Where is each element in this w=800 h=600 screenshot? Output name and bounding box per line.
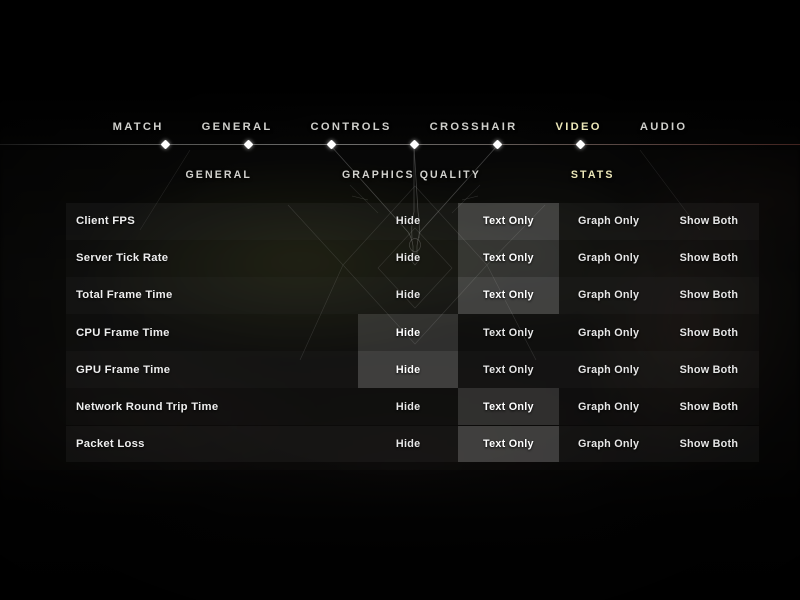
option-text-only[interactable]: Text Only	[458, 203, 559, 240]
stats-settings-table: Client FPS Hide Text Only Graph Only Show Bo…	[66, 203, 759, 463]
option-show-both[interactable]: Show Both	[659, 277, 759, 314]
nav-item-general[interactable]: GENERAL	[183, 121, 292, 133]
option-graph-only[interactable]: Graph Only	[559, 388, 659, 425]
table-row: Network Round Trip Time Hide Text Only Grap…	[66, 388, 759, 425]
nav-item-video[interactable]: VIDEO	[537, 121, 621, 133]
option-show-both[interactable]: Show Both	[659, 426, 759, 463]
row-options: Hide Text Only Graph Only Show Both	[358, 203, 759, 240]
option-show-both[interactable]: Show Both	[659, 240, 759, 277]
subnav-item-general[interactable]: GENERAL	[140, 169, 297, 181]
nav-item-crosshair[interactable]: CROSSHAIR	[411, 121, 537, 133]
option-show-both[interactable]: Show Both	[659, 388, 759, 425]
subnav-item-graphics-quality[interactable]: GRAPHICS QUALITY	[297, 169, 526, 181]
table-row: Server Tick Rate Hide Text Only Graph Only S…	[66, 240, 759, 277]
table-row: Packet Loss Hide Text Only Graph Only Show B…	[66, 425, 759, 463]
option-text-only[interactable]: Text Only	[458, 425, 559, 463]
option-show-both[interactable]: Show Both	[659, 314, 759, 351]
table-row: Total Frame Time Hide Text Only Graph Only S…	[66, 277, 759, 314]
option-hide[interactable]: Hide	[358, 426, 458, 463]
option-hide[interactable]: Hide	[358, 314, 459, 351]
option-graph-only[interactable]: Graph Only	[559, 203, 659, 240]
row-label: Total Frame Time	[76, 289, 173, 302]
row-label: Packet Loss	[76, 437, 145, 450]
row-options: Hide Text Only Graph Only Show Both	[358, 388, 759, 425]
option-text-only[interactable]: Text Only	[458, 277, 559, 314]
subnav-item-stats[interactable]: STATS	[526, 169, 660, 181]
option-show-both[interactable]: Show Both	[659, 351, 759, 388]
sub-nav: GENERAL GRAPHICS QUALITY STATS	[0, 166, 800, 184]
row-options: Hide Text Only Graph Only Show Both	[358, 240, 759, 277]
row-label: GPU Frame Time	[76, 363, 171, 376]
nav-item-audio[interactable]: AUDIO	[621, 121, 707, 133]
nav-rule-line	[0, 144, 800, 146]
option-text-only[interactable]: Text Only	[458, 314, 558, 351]
option-graph-only[interactable]: Graph Only	[559, 240, 659, 277]
row-options: Hide Text Only Graph Only Show Both	[358, 314, 759, 351]
row-options: Hide Text Only Graph Only Show Both	[358, 351, 759, 388]
nav-item-match[interactable]: MATCH	[94, 121, 183, 133]
option-graph-only[interactable]: Graph Only	[559, 426, 659, 463]
option-hide[interactable]: Hide	[358, 388, 458, 425]
option-hide[interactable]: Hide	[358, 277, 458, 314]
row-label: Server Tick Rate	[76, 252, 169, 265]
option-graph-only[interactable]: Graph Only	[559, 314, 659, 351]
table-row: GPU Frame Time Hide Text Only Graph Only Sho…	[66, 351, 759, 388]
table-row: Client FPS Hide Text Only Graph Only Show Bo…	[66, 203, 759, 240]
option-graph-only[interactable]: Graph Only	[559, 351, 659, 388]
option-text-only[interactable]: Text Only	[458, 351, 558, 388]
option-hide[interactable]: Hide	[358, 351, 459, 388]
option-hide[interactable]: Hide	[358, 240, 458, 277]
option-text-only[interactable]: Text Only	[458, 388, 559, 425]
row-label: CPU Frame Time	[76, 326, 170, 339]
option-text-only[interactable]: Text Only	[458, 240, 559, 277]
row-options: Hide Text Only Graph Only Show Both	[358, 277, 759, 314]
row-label: Network Round Trip Time	[76, 400, 219, 413]
option-hide[interactable]: Hide	[358, 203, 458, 240]
nav-divider-rule	[0, 139, 800, 149]
option-show-both[interactable]: Show Both	[659, 203, 759, 240]
row-options: Hide Text Only Graph Only Show Both	[358, 425, 759, 463]
nav-item-controls[interactable]: CONTROLS	[291, 121, 410, 133]
table-row: CPU Frame Time Hide Text Only Graph Only Sho…	[66, 314, 759, 351]
row-label: Client FPS	[76, 215, 135, 228]
option-graph-only[interactable]: Graph Only	[559, 277, 659, 314]
primary-nav: MATCH GENERAL CONTROLS CROSSHAIR VIDEO A…	[0, 116, 800, 138]
